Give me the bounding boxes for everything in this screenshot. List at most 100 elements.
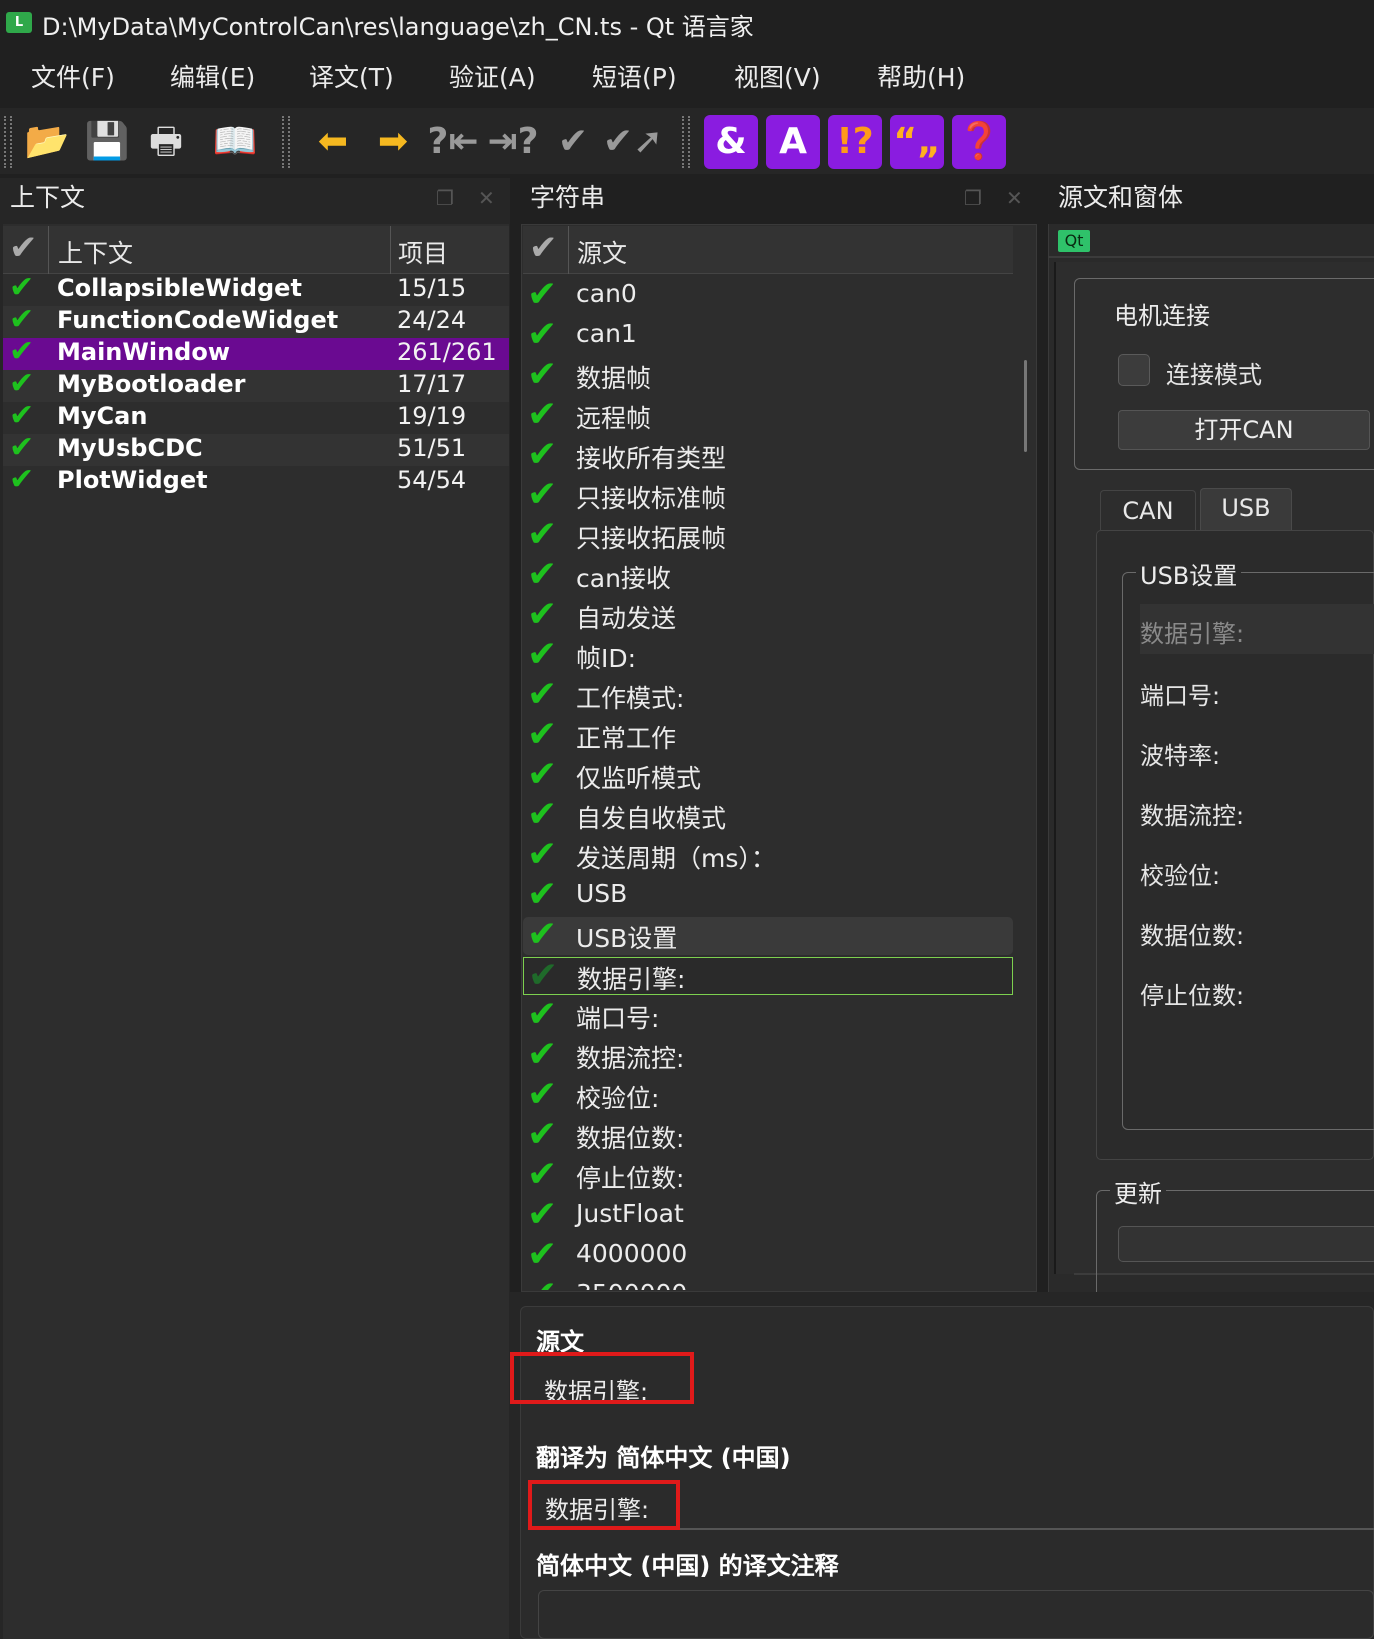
close-icon[interactable]: ✕ bbox=[478, 186, 495, 210]
menu-phrases[interactable]: 短语(P) bbox=[592, 58, 677, 94]
string-row[interactable]: ✔ 只接收拓展帧 bbox=[523, 514, 1013, 555]
source-string: 远程帧 bbox=[576, 404, 652, 433]
string-row[interactable]: ✔ 远程帧 bbox=[523, 394, 1013, 435]
next-icon[interactable]: ➡ bbox=[366, 115, 420, 169]
string-row[interactable]: ✔ 数据帧 bbox=[523, 354, 1013, 395]
usb-field-baud: 波特率: bbox=[1140, 742, 1221, 770]
toolbar-grip[interactable] bbox=[4, 116, 12, 168]
context-row[interactable]: ✔ FunctionCodeWidget 24/24 bbox=[3, 302, 509, 338]
phrasebook-icon[interactable]: 📖 bbox=[208, 115, 262, 169]
connect-mode-checkbox[interactable] bbox=[1118, 354, 1150, 386]
update-button[interactable] bbox=[1118, 1226, 1374, 1262]
string-row[interactable]: ✔ can接收 bbox=[523, 554, 1013, 595]
context-row[interactable]: ✔ MyBootloader 17/17 bbox=[3, 366, 509, 402]
menu-edit[interactable]: 编辑(E) bbox=[170, 58, 255, 94]
string-row[interactable]: ✔ 数据位数: bbox=[523, 1114, 1013, 1155]
source-string: 数据位数: bbox=[576, 1124, 685, 1153]
string-row[interactable]: ✔ can1 bbox=[523, 314, 1013, 355]
context-name: MainWindow bbox=[57, 338, 231, 366]
string-row[interactable]: ✔ 自动发送 bbox=[523, 594, 1013, 635]
toolbar: 📂 💾 🖶 📖 ⬅ ➡ ?⇤ ⇥? ✔ ✔➚ & A !? “„ ❓ bbox=[0, 108, 1374, 174]
string-row[interactable]: ✔ 数据流控: bbox=[523, 1034, 1013, 1075]
string-row[interactable]: ✔ 停止位数: bbox=[523, 1154, 1013, 1195]
comment-input[interactable] bbox=[538, 1590, 1374, 1639]
menu-file[interactable]: 文件(F) bbox=[31, 58, 115, 94]
phrase-match-icon[interactable]: A bbox=[766, 115, 820, 169]
usb-settings-group bbox=[1122, 572, 1374, 1130]
check-icon: ✔ bbox=[9, 430, 35, 465]
check-icon: ✔ bbox=[527, 1074, 558, 1115]
prev-icon[interactable]: ⬅ bbox=[306, 115, 360, 169]
source-column-header[interactable]: 源文 bbox=[577, 234, 627, 270]
source-string: 工作模式: bbox=[576, 684, 685, 713]
punctuation-check-icon[interactable]: !? bbox=[828, 115, 882, 169]
context-column-header[interactable]: 上下文 bbox=[58, 234, 133, 270]
accelerator-check-icon[interactable]: & bbox=[704, 115, 758, 169]
menu-help[interactable]: 帮助(H) bbox=[877, 58, 965, 94]
source-string: 数据流控: bbox=[576, 1044, 685, 1073]
menu-translation[interactable]: 译文(T) bbox=[309, 58, 394, 94]
print-icon[interactable]: 🖶 bbox=[139, 115, 193, 169]
strings-panel-title: 字符串 bbox=[530, 183, 606, 212]
check-icon: ✔ bbox=[527, 514, 558, 555]
context-row[interactable]: ✔ MainWindow 261/261 bbox=[3, 334, 509, 370]
context-row[interactable]: ✔ CollapsibleWidget 15/15 bbox=[3, 270, 509, 306]
float-icon-2[interactable]: ❐ bbox=[964, 186, 982, 210]
context-row[interactable]: ✔ PlotWidget 54/54 bbox=[3, 462, 509, 498]
string-row[interactable]: ✔ 数据引擎: bbox=[523, 955, 1013, 996]
context-panel-title: 上下文 bbox=[10, 183, 86, 212]
string-row[interactable]: ✔ 发送周期（ms）： bbox=[523, 834, 1013, 875]
toolbar-grip-2[interactable] bbox=[282, 116, 290, 168]
open-can-button[interactable]: 打开CAN bbox=[1118, 410, 1370, 450]
open-icon[interactable]: 📂 bbox=[20, 115, 74, 169]
place-marker-check-icon[interactable]: ❓ bbox=[952, 115, 1006, 169]
toolbar-grip-3[interactable] bbox=[682, 116, 690, 168]
items-column-header[interactable]: 项目 bbox=[398, 234, 448, 270]
check-icon: ✔ bbox=[527, 714, 558, 755]
string-row[interactable]: ✔ 端口号: bbox=[523, 994, 1013, 1035]
source-string: 数据引擎: bbox=[577, 965, 686, 994]
string-row[interactable]: ✔ 正常工作 bbox=[523, 714, 1013, 755]
string-row[interactable]: ✔ 4000000 bbox=[523, 1234, 1013, 1275]
string-row[interactable]: ✔ 接收所有类型 bbox=[523, 434, 1013, 475]
next-unfinished-icon[interactable]: ⇥? bbox=[486, 115, 540, 169]
source-string: 端口号: bbox=[576, 1004, 660, 1033]
check-icon: ✔ bbox=[527, 874, 558, 915]
check-icon: ✔ bbox=[9, 334, 35, 369]
save-icon[interactable]: 💾 bbox=[80, 115, 134, 169]
menu-validation[interactable]: 验证(A) bbox=[449, 58, 536, 94]
string-row[interactable]: ✔ 校验位: bbox=[523, 1074, 1013, 1115]
string-row[interactable]: ✔ USB bbox=[523, 874, 1013, 915]
check-icon: ✔ bbox=[527, 994, 558, 1035]
string-row[interactable]: ✔ 仅监听模式 bbox=[523, 754, 1013, 795]
menu-view[interactable]: 视图(V) bbox=[734, 58, 821, 94]
usb-field-engine: 数据引擎: bbox=[1140, 620, 1245, 648]
context-row[interactable]: ✔ MyCan 19/19 bbox=[3, 398, 509, 434]
close-icon-2[interactable]: ✕ bbox=[1006, 186, 1023, 210]
done-icon[interactable]: ✔ bbox=[546, 115, 600, 169]
check-icon: ✔ bbox=[527, 594, 558, 635]
strings-scrollbar[interactable] bbox=[1024, 360, 1027, 452]
string-row[interactable]: ✔ 3500000 bbox=[523, 1274, 1013, 1290]
string-rows: ✔ can0 ✔ can1 ✔ 数据帧 ✔ 远程帧 ✔ 接收所有类型 ✔ 只接收标准帧 ✔ 只接收拓展帧 ✔… bbox=[521, 274, 1017, 1290]
context-row[interactable]: ✔ MyUsbCDC 51/51 bbox=[3, 430, 509, 466]
quote-check-icon[interactable]: “„ bbox=[890, 115, 944, 169]
string-row[interactable]: ✔ 工作模式: bbox=[523, 674, 1013, 715]
string-row[interactable]: ✔ 自发自收模式 bbox=[523, 794, 1013, 835]
string-row[interactable]: ✔ USB设置 bbox=[523, 914, 1013, 955]
string-row[interactable]: ✔ 帧ID: bbox=[523, 634, 1013, 675]
tab-usb[interactable]: USB bbox=[1200, 488, 1292, 530]
context-name: CollapsibleWidget bbox=[57, 274, 302, 302]
string-row[interactable]: ✔ JustFloat bbox=[523, 1194, 1013, 1235]
string-row[interactable]: ✔ 只接收标准帧 bbox=[523, 474, 1013, 515]
string-row[interactable]: ✔ can0 bbox=[523, 274, 1013, 315]
check-icon: ✔ bbox=[527, 1114, 558, 1155]
check-icon: ✔ bbox=[527, 754, 558, 795]
float-icon[interactable]: ❐ bbox=[436, 186, 454, 210]
done-next-icon[interactable]: ✔➚ bbox=[603, 115, 663, 169]
prev-unfinished-icon[interactable]: ?⇤ bbox=[426, 115, 480, 169]
form-panel-title: 源文和窗体 bbox=[1058, 183, 1184, 212]
tab-can[interactable]: CAN bbox=[1100, 490, 1196, 530]
check-icon: ✔ bbox=[527, 794, 558, 835]
source-string: JustFloat bbox=[576, 1199, 684, 1228]
